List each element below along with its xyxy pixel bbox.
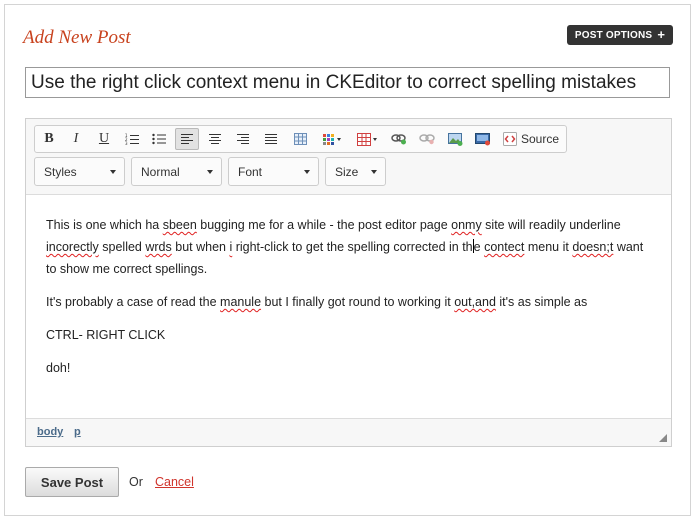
align-right-icon	[237, 133, 249, 144]
element-path-body[interactable]: body	[37, 426, 63, 438]
size-label: Size	[335, 164, 359, 179]
source-button[interactable]: Source	[499, 128, 563, 150]
chevron-down-icon	[304, 170, 310, 174]
numbered-list-icon: 123	[125, 133, 139, 145]
table-properties-button[interactable]	[288, 128, 312, 150]
numbered-list-button[interactable]: 123	[120, 128, 144, 150]
italic-button[interactable]: I	[64, 128, 88, 150]
save-post-button[interactable]: Save Post	[25, 467, 119, 497]
align-center-icon	[209, 133, 221, 144]
justify-button[interactable]	[259, 128, 283, 150]
paragraph-4: doh!	[46, 361, 71, 375]
link-button[interactable]	[387, 128, 411, 150]
size-dropdown[interactable]: Size	[325, 157, 386, 186]
editor-content-area[interactable]: This is one which ha sbeen bugging me fo…	[46, 214, 656, 390]
or-label: Or	[129, 475, 143, 489]
post-options-button[interactable]: POST OPTIONS +	[567, 25, 673, 45]
post-options-label: POST OPTIONS	[574, 29, 653, 41]
bullet-list-icon	[152, 133, 166, 145]
link-icon	[391, 134, 406, 145]
toolbar-button-group: B I U 123 Source	[34, 125, 567, 153]
align-left-icon	[181, 133, 193, 144]
chevron-down-icon	[371, 170, 377, 174]
image-button[interactable]	[443, 128, 467, 150]
bold-button[interactable]: B	[37, 128, 61, 150]
page-title: Add New Post	[23, 27, 131, 48]
paragraph-1: This is one which ha sbeen bugging me fo…	[46, 218, 644, 276]
post-title-input[interactable]	[25, 67, 670, 98]
paragraph-3: CTRL- RIGHT CLICK	[46, 328, 166, 342]
source-icon	[502, 132, 517, 146]
align-center-button[interactable]	[203, 128, 227, 150]
color-grid-dropdown[interactable]	[318, 128, 348, 150]
plus-icon: +	[657, 27, 666, 42]
styles-dropdown[interactable]: Styles	[34, 157, 125, 186]
chevron-down-icon	[110, 170, 116, 174]
format-label: Normal	[141, 164, 180, 179]
source-label: Source	[520, 132, 560, 146]
chevron-down-icon	[207, 170, 213, 174]
image-icon	[447, 132, 462, 146]
svg-text:3: 3	[125, 141, 128, 145]
editor-status-bar: body p	[26, 418, 671, 446]
underline-icon: U	[98, 131, 110, 146]
unlink-button[interactable]	[415, 128, 439, 150]
italic-icon: I	[73, 131, 79, 146]
bullet-list-button[interactable]	[147, 128, 171, 150]
element-path-p[interactable]: p	[74, 426, 81, 438]
align-left-button[interactable]	[175, 128, 199, 150]
font-label: Font	[238, 164, 263, 179]
bold-icon: B	[44, 131, 54, 146]
insert-table-icon	[357, 132, 377, 146]
editor-toolbar: B I U 123 Source Styles Normal Font Size	[26, 119, 671, 195]
unlink-icon	[419, 134, 435, 145]
rich-text-editor: B I U 123 Source Styles Normal Font Size…	[25, 118, 672, 447]
color-grid-icon	[323, 134, 341, 145]
styles-label: Styles	[44, 164, 77, 179]
cancel-link[interactable]: Cancel	[155, 475, 194, 489]
insert-table-dropdown[interactable]	[353, 128, 383, 150]
align-right-button[interactable]	[231, 128, 255, 150]
media-button[interactable]	[471, 128, 495, 150]
underline-button[interactable]: U	[92, 128, 116, 150]
resize-handle-icon[interactable]	[659, 434, 667, 442]
paragraph-2: It's probably a case of read the manule …	[46, 295, 588, 309]
media-icon	[475, 132, 490, 145]
justify-icon	[265, 133, 277, 144]
font-dropdown[interactable]: Font	[228, 157, 319, 186]
table-icon	[293, 133, 307, 145]
format-dropdown[interactable]: Normal	[131, 157, 222, 186]
